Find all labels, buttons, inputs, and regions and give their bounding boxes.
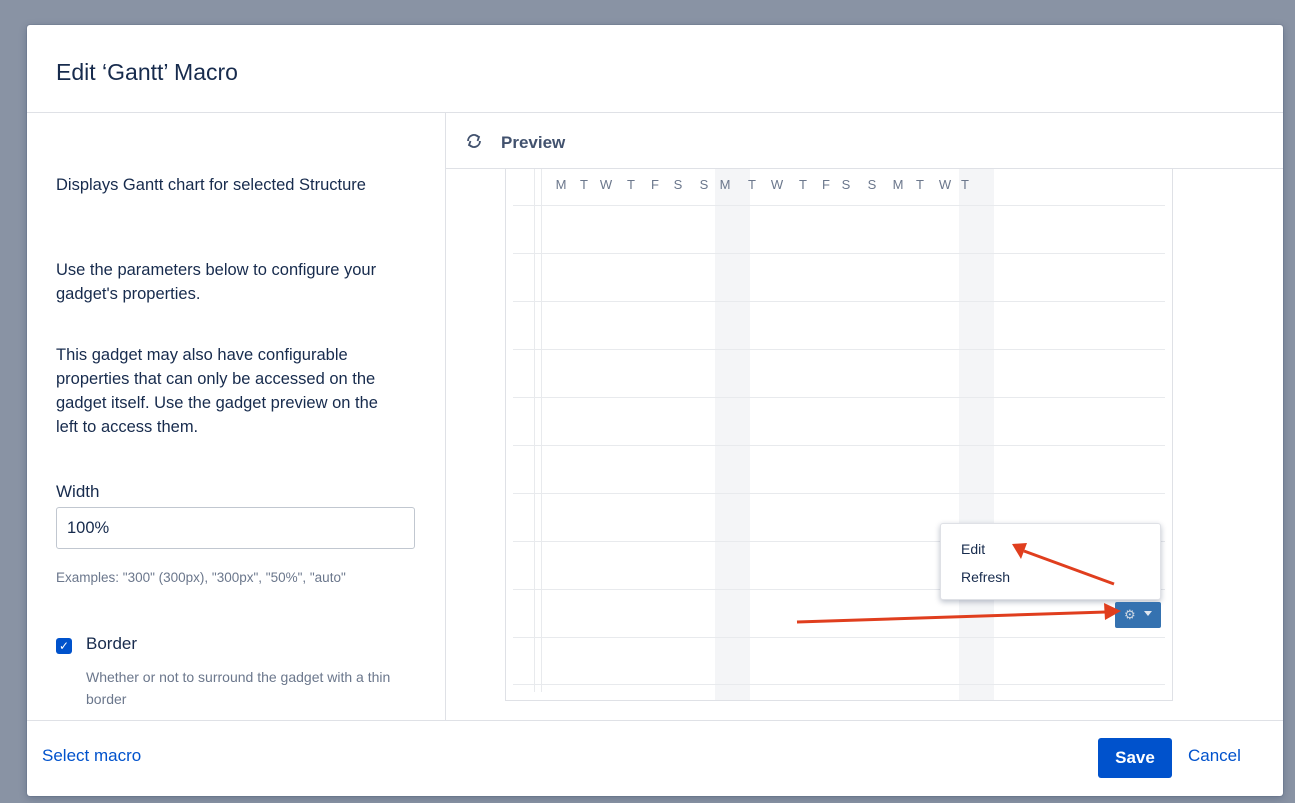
edit-macro-dialog: Edit ‘Gantt’ Macro Displays Gantt chart … (27, 25, 1283, 796)
dialog-header: Edit ‘Gantt’ Macro (27, 25, 1283, 113)
day-header: S (673, 177, 683, 192)
grid-line (534, 169, 535, 692)
border-label[interactable]: Border (86, 634, 137, 654)
day-header: T (961, 177, 969, 192)
day-header: M (555, 177, 567, 192)
macro-description: Displays Gantt chart for selected Struct… (56, 176, 366, 194)
grid-line (513, 445, 1165, 446)
day-header: T (627, 177, 635, 192)
preview-header: Preview (446, 113, 1283, 169)
grid-line (513, 253, 1165, 254)
parameters-panel: Displays Gantt chart for selected Struct… (27, 113, 446, 720)
caret-down-icon (1144, 611, 1152, 616)
grid-line (513, 301, 1165, 302)
day-header: W (770, 177, 784, 192)
grid-line (513, 205, 1165, 206)
gear-icon: ⚙ (1124, 607, 1136, 622)
parameters-instructions: Use the parameters below to configure yo… (56, 261, 377, 303)
preview-panel: Preview M T W T F S S M T W T F S S M T … (446, 113, 1283, 720)
menu-item-refresh[interactable]: Refresh (961, 569, 1010, 585)
grid-line (513, 349, 1165, 350)
menu-item-edit[interactable]: Edit (961, 541, 985, 557)
refresh-icon[interactable] (465, 132, 483, 150)
grid-line (513, 397, 1165, 398)
width-hint: Examples: "300" (300px), "300px", "50%",… (56, 570, 346, 585)
cancel-button[interactable]: Cancel (1188, 746, 1241, 766)
day-header: S (867, 177, 877, 192)
border-description: Whether or not to surround the gadget wi… (86, 669, 391, 707)
gadget-gear-button[interactable]: ⚙ (1115, 602, 1161, 628)
dialog-footer: Select macro Save Cancel (27, 720, 1283, 796)
day-header: T (580, 177, 588, 192)
width-input[interactable] (56, 507, 415, 549)
day-header: S (841, 177, 851, 192)
weekend-column (959, 169, 994, 700)
day-header: M (892, 177, 904, 192)
save-button[interactable]: Save (1098, 738, 1172, 778)
weekend-column (715, 169, 750, 700)
day-header: T (916, 177, 924, 192)
select-macro-link[interactable]: Select macro (42, 746, 141, 766)
gadget-properties-note: This gadget may also have configurable p… (56, 346, 378, 436)
grid-line (513, 637, 1165, 638)
day-header: T (748, 177, 756, 192)
grid-line (513, 493, 1165, 494)
border-checkbox[interactable]: ✓ (56, 638, 72, 654)
grid-line (541, 169, 542, 692)
grid-line (513, 684, 1165, 685)
width-label: Width (56, 482, 100, 501)
preview-label: Preview (501, 133, 566, 152)
gadget-menu: Edit Refresh (940, 523, 1161, 600)
gantt-chart: M T W T F S S M T W T F S S M T W T (505, 169, 1173, 701)
day-header: M (719, 177, 731, 192)
dialog-title: Edit ‘Gantt’ Macro (56, 59, 238, 85)
day-header: W (599, 177, 613, 192)
day-header: T (799, 177, 807, 192)
day-header: F (651, 177, 659, 192)
